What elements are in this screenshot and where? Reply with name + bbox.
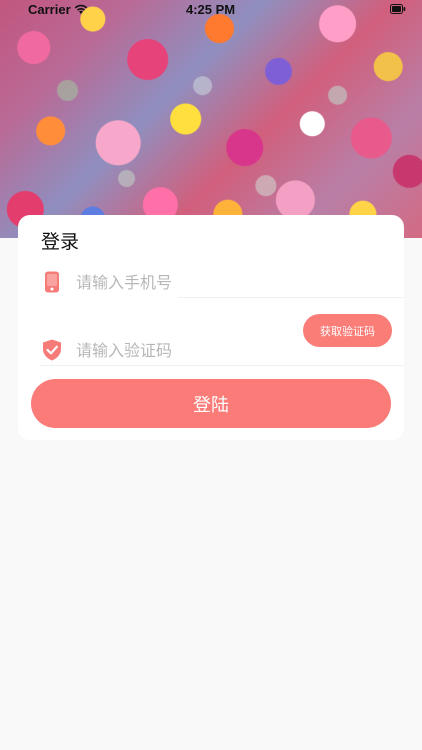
status-bar: Carrier 4:25 PM (0, 0, 422, 20)
phone-divider (178, 297, 404, 298)
battery-icon (390, 4, 406, 14)
wifi-icon (74, 4, 88, 14)
phone-number-input[interactable] (76, 269, 376, 295)
shield-check-icon (43, 339, 61, 361)
clock-time: 4:25 PM (186, 2, 236, 17)
code-row (18, 333, 404, 367)
mobile-phone-icon (45, 271, 59, 293)
carrier-label: Carrier (28, 2, 71, 17)
phone-row (18, 265, 404, 299)
floral-background-image (0, 0, 422, 238)
login-button[interactable]: 登陆 (31, 379, 391, 428)
verification-code-input[interactable] (76, 337, 376, 363)
login-title: 登录 (41, 231, 80, 253)
code-divider (40, 365, 404, 366)
login-card: 登录 获取验证码 登陆 (18, 215, 404, 440)
